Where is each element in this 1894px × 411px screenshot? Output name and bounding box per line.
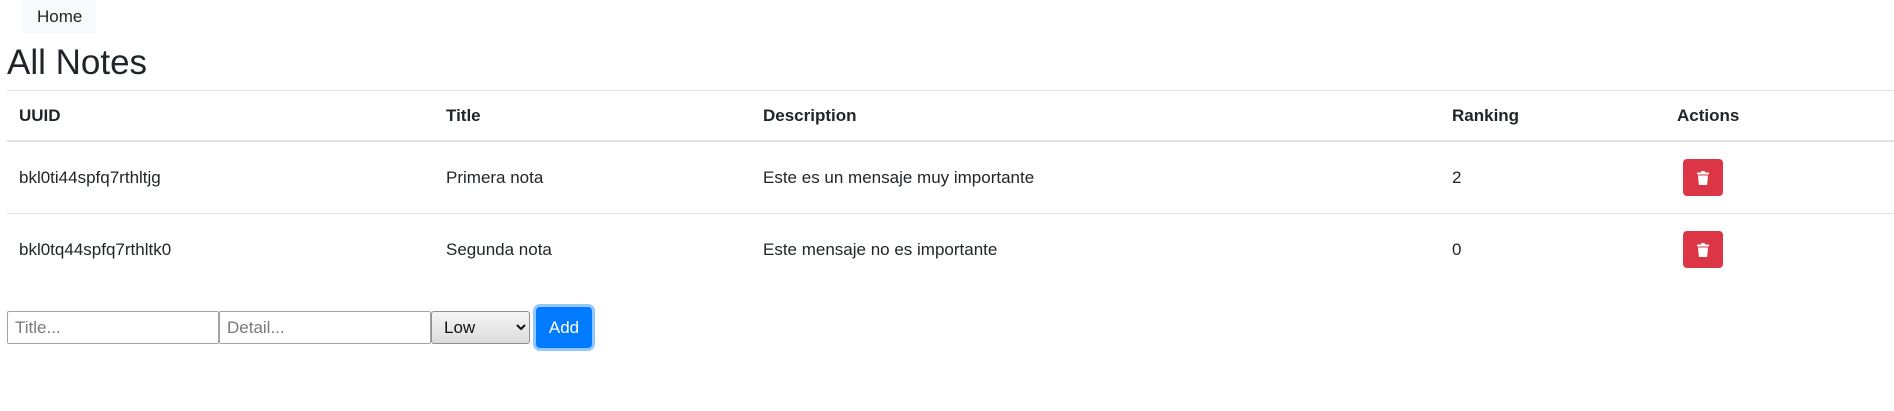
add-button[interactable]: Add (536, 307, 592, 348)
column-header-uuid: UUID (7, 90, 434, 142)
table-row: bkl0ti44spfq7rthltjg Primera nota Este e… (7, 141, 1894, 214)
column-header-actions: Actions (1665, 90, 1894, 142)
cell-actions (1665, 141, 1894, 214)
cell-title: Segunda nota (434, 213, 751, 285)
delete-note-button[interactable] (1683, 159, 1723, 196)
cell-uuid: bkl0tq44spfq7rthltk0 (7, 213, 434, 285)
cell-description: Este mensaje no es importante (751, 213, 1440, 285)
cell-ranking: 2 (1452, 167, 1462, 187)
add-note-form: Low Add (7, 307, 592, 348)
notes-table: UUID Title Description Ranking Actions b… (7, 90, 1894, 285)
cell-uuid: bkl0ti44spfq7rthltjg (19, 167, 161, 187)
column-header-description: Description (751, 90, 1440, 142)
table-row: bkl0tq44spfq7rthltk0 Segunda nota Este m… (7, 213, 1894, 285)
priority-select[interactable]: Low (431, 311, 530, 344)
table-header-row: UUID Title Description Ranking Actions (7, 90, 1894, 142)
column-header-title: Title (434, 90, 751, 142)
column-header-ranking: Ranking (1440, 90, 1665, 142)
cell-ranking: 0 (1440, 213, 1665, 285)
trash-icon (1697, 242, 1709, 257)
detail-input[interactable] (219, 311, 431, 344)
cell-actions (1665, 213, 1894, 285)
cell-description: Este es un mensaje muy importante (763, 167, 1035, 187)
table-header: UUID Title Description Ranking Actions (7, 90, 1894, 142)
title-input[interactable] (7, 311, 219, 344)
cell-title: Primera nota (446, 167, 544, 187)
delete-note-button[interactable] (1683, 231, 1723, 268)
page-title: All Notes (7, 43, 148, 82)
nav-home-label: Home (37, 7, 83, 26)
nav-home-link[interactable]: Home (23, 0, 97, 34)
table-body: bkl0ti44spfq7rthltjg Primera nota Este e… (7, 141, 1894, 285)
trash-icon (1697, 170, 1709, 185)
